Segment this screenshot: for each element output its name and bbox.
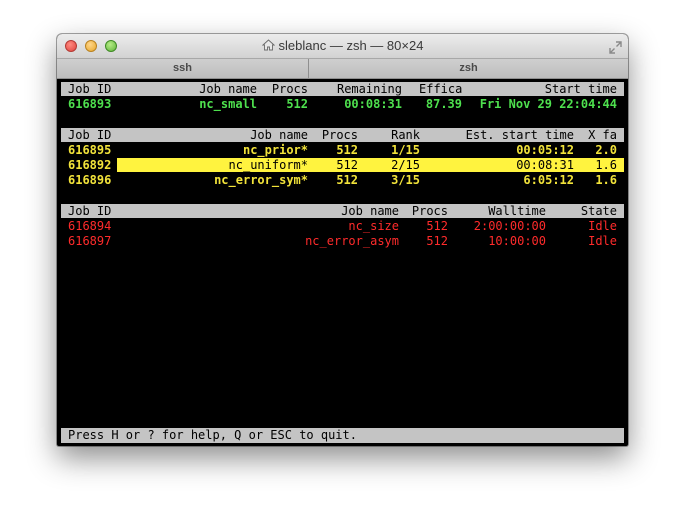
tab-zsh[interactable]: zsh: [309, 59, 628, 78]
col-job-id: Job ID: [68, 128, 112, 142]
table-row[interactable]: 616894 nc_size 512 2:00:00:00 Idle: [61, 219, 624, 233]
job-name: nc_size: [348, 219, 399, 233]
job-id: 616893: [68, 97, 112, 111]
job-id: 616894: [68, 219, 112, 233]
procs: 512: [336, 173, 358, 187]
table-row[interactable]: 616893 nc_small 512 00:08:31 87.39 Fri N…: [61, 97, 624, 111]
procs: 512: [336, 158, 358, 172]
job-name: nc_error_sym*: [214, 173, 308, 187]
status-bar: Press H or ? for help, Q or ESC to quit.: [61, 428, 624, 443]
est-start-time: 00:05:12: [516, 143, 574, 157]
col-walltime: Walltime: [488, 204, 546, 218]
col-efficiency: Effica: [419, 82, 463, 96]
tab-ssh[interactable]: ssh: [57, 59, 309, 78]
table-row[interactable]: 616897 nc_error_asym 512 10:00:00 Idle: [61, 234, 624, 248]
rank: 1/15: [391, 143, 420, 157]
tab-bar: ssh zsh: [57, 59, 628, 79]
running-jobs-header: Job ID Job name Procs Remaining Effica S…: [61, 82, 624, 96]
col-job-name: Job name: [250, 128, 308, 142]
x-factor: 2.0: [595, 143, 617, 157]
state: Idle: [588, 234, 617, 248]
col-job-name: Job name: [199, 82, 257, 96]
col-job-id: Job ID: [68, 82, 112, 96]
blocked-jobs-header: Job ID Job name Procs Walltime State: [61, 204, 624, 218]
col-rank: Rank: [391, 128, 420, 142]
terminal-content: Job ID Job name Procs Remaining Effica S…: [61, 80, 624, 444]
col-est-start-time: Est. start time: [465, 128, 574, 142]
col-job-id: Job ID: [68, 204, 112, 218]
col-state: State: [580, 204, 617, 218]
col-procs: Procs: [411, 204, 448, 218]
eligible-jobs-header: Job ID Job name Procs Rank Est. start ti…: [61, 128, 624, 142]
procs: 512: [426, 219, 448, 233]
x-factor: 1.6: [595, 158, 617, 172]
col-remaining: Remaining: [336, 82, 402, 96]
rank: 3/15: [391, 173, 420, 187]
remaining: 00:08:31: [344, 97, 402, 111]
procs: 512: [426, 234, 448, 248]
walltime: 10:00:00: [488, 234, 546, 248]
job-id: 616896: [68, 173, 112, 187]
est-start-time: 00:08:31: [516, 158, 574, 172]
job-name: nc_error_asym: [305, 234, 399, 248]
state: Idle: [588, 219, 617, 233]
efficiency: 87.39: [425, 97, 462, 111]
x-factor: 1.6: [595, 173, 617, 187]
walltime: 2:00:00:00: [473, 219, 546, 233]
col-procs: Procs: [321, 128, 358, 142]
job-name: nc_small: [199, 97, 257, 111]
table-row[interactable]: 616895 nc_prior* 512 1/15 00:05:12 2.0: [61, 143, 624, 157]
col-job-name: Job name: [341, 204, 399, 218]
job-id: 616892: [68, 158, 112, 172]
est-start-time: 6:05:12: [523, 173, 574, 187]
selected-table-row[interactable]: 616892 nc_uniform* 512 2/15 00:08:31 1.6: [61, 158, 624, 172]
window-title-area: sleblanc — zsh — 80×24: [57, 38, 628, 54]
terminal-window: sleblanc — zsh — 80×24 ssh zsh Job ID Jo…: [57, 34, 628, 446]
job-name: nc_prior*: [242, 143, 308, 157]
rank: 2/15: [391, 158, 420, 172]
title-bar: sleblanc — zsh — 80×24: [57, 34, 628, 59]
col-start-time: Start time: [544, 82, 617, 96]
procs: 512: [336, 143, 358, 157]
fullscreen-icon[interactable]: [609, 39, 622, 58]
window-title: sleblanc — zsh — 80×24: [278, 38, 424, 53]
col-procs: Procs: [271, 82, 308, 96]
col-x-factor: X fa: [588, 128, 617, 142]
start-time: Fri Nov 29 22:04:44: [479, 97, 617, 111]
table-row[interactable]: 616896 nc_error_sym* 512 3/15 6:05:12 1.…: [61, 173, 624, 187]
procs: 512: [286, 97, 308, 111]
job-id: 616895: [68, 143, 112, 157]
job-name: nc_uniform*: [228, 158, 308, 172]
job-id: 616897: [68, 234, 112, 248]
home-folder-icon: [261, 39, 275, 54]
